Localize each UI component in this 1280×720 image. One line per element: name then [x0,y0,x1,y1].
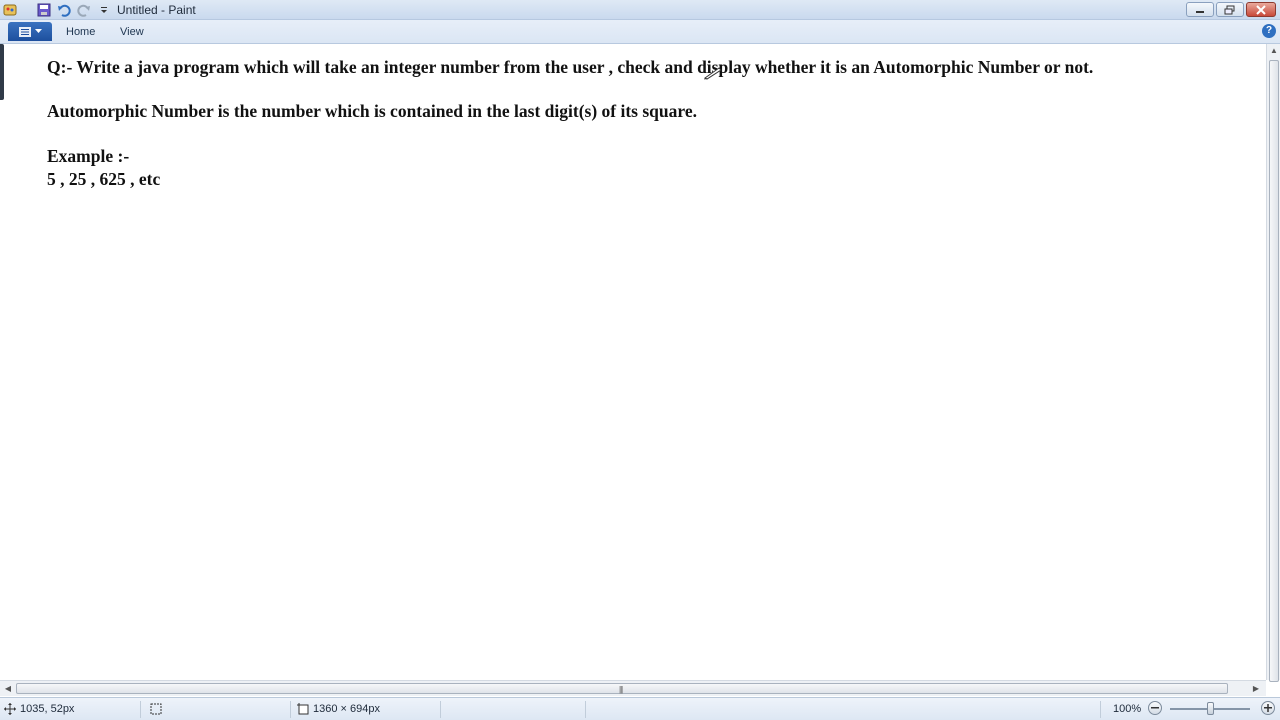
customize-toolbar-chevron-icon[interactable] [96,2,112,18]
question-text: Q:- Write a java program which will take… [47,57,1094,77]
move-cursor-icon [4,703,16,715]
definition-text: Automorphic Number is the number which i… [47,101,697,121]
status-divider [440,701,441,718]
zoom-level: 100% [1113,703,1142,715]
window-title: Untitled - Paint [117,3,196,17]
vertical-scrollbar[interactable]: ▲ [1266,44,1280,682]
quick-access-toolbar [2,2,112,18]
restore-button[interactable] [1216,2,1244,17]
paint-window: Untitled - Paint Home View ? Q:- Write a… [0,0,1280,720]
window-controls [1186,2,1276,17]
minus-icon [1151,707,1159,709]
redo-icon[interactable] [76,2,92,18]
selection-icon [150,703,162,715]
cursor-position-field: 1035, 52px [4,703,74,715]
image-size-value: 1360 × 694px [313,703,380,715]
scroll-right-arrow-icon[interactable]: ▶ [1249,684,1263,693]
help-button[interactable]: ? [1262,24,1276,38]
ribbon-tabs: Home View ? [0,20,1280,44]
drawing-canvas[interactable] [0,44,1266,680]
scroll-grip-icon: ||| [619,685,623,694]
vertical-scroll-thumb[interactable] [1269,60,1279,682]
menu-icon [18,26,31,37]
title-bar: Untitled - Paint [0,0,1280,20]
status-divider [1100,701,1101,718]
paint-app-icon[interactable] [2,2,18,18]
close-icon [1256,4,1266,15]
paint-menu-button[interactable] [8,22,52,41]
horizontal-scrollbar[interactable]: ◀ ||| ▶ [0,680,1266,696]
chevron-down-icon [34,29,42,33]
image-size-icon [297,703,309,715]
minimize-button[interactable] [1186,2,1214,17]
status-divider [290,701,291,718]
close-button[interactable] [1246,2,1276,17]
tab-view[interactable]: View [120,26,144,38]
zoom-in-button[interactable] [1261,701,1275,715]
selection-size-field [150,703,162,715]
plus-icon [1264,704,1272,712]
pencil-cursor-icon [704,67,722,80]
scroll-up-arrow-icon[interactable]: ▲ [1267,46,1280,55]
save-icon[interactable] [36,2,52,18]
status-divider [140,701,141,718]
minimize-icon [1196,10,1204,13]
restore-icon [1224,5,1235,14]
example-values: 5 , 25 , 625 , etc [47,169,161,189]
status-bar: 1035, 52px 1360 × 694px 100% [0,697,1280,720]
example-heading: Example :- [47,146,130,166]
cursor-position-value: 1035, 52px [20,703,75,715]
zoom-slider-thumb[interactable] [1207,702,1214,715]
tab-home[interactable]: Home [66,26,95,38]
status-divider [585,701,586,718]
undo-icon[interactable] [56,2,72,18]
image-size-field: 1360 × 694px [297,703,380,715]
zoom-out-button[interactable] [1148,701,1162,715]
horizontal-scroll-thumb[interactable]: ||| [16,683,1228,694]
scroll-left-arrow-icon[interactable]: ◀ [1,684,15,693]
canvas-resize-handle[interactable] [0,44,4,100]
